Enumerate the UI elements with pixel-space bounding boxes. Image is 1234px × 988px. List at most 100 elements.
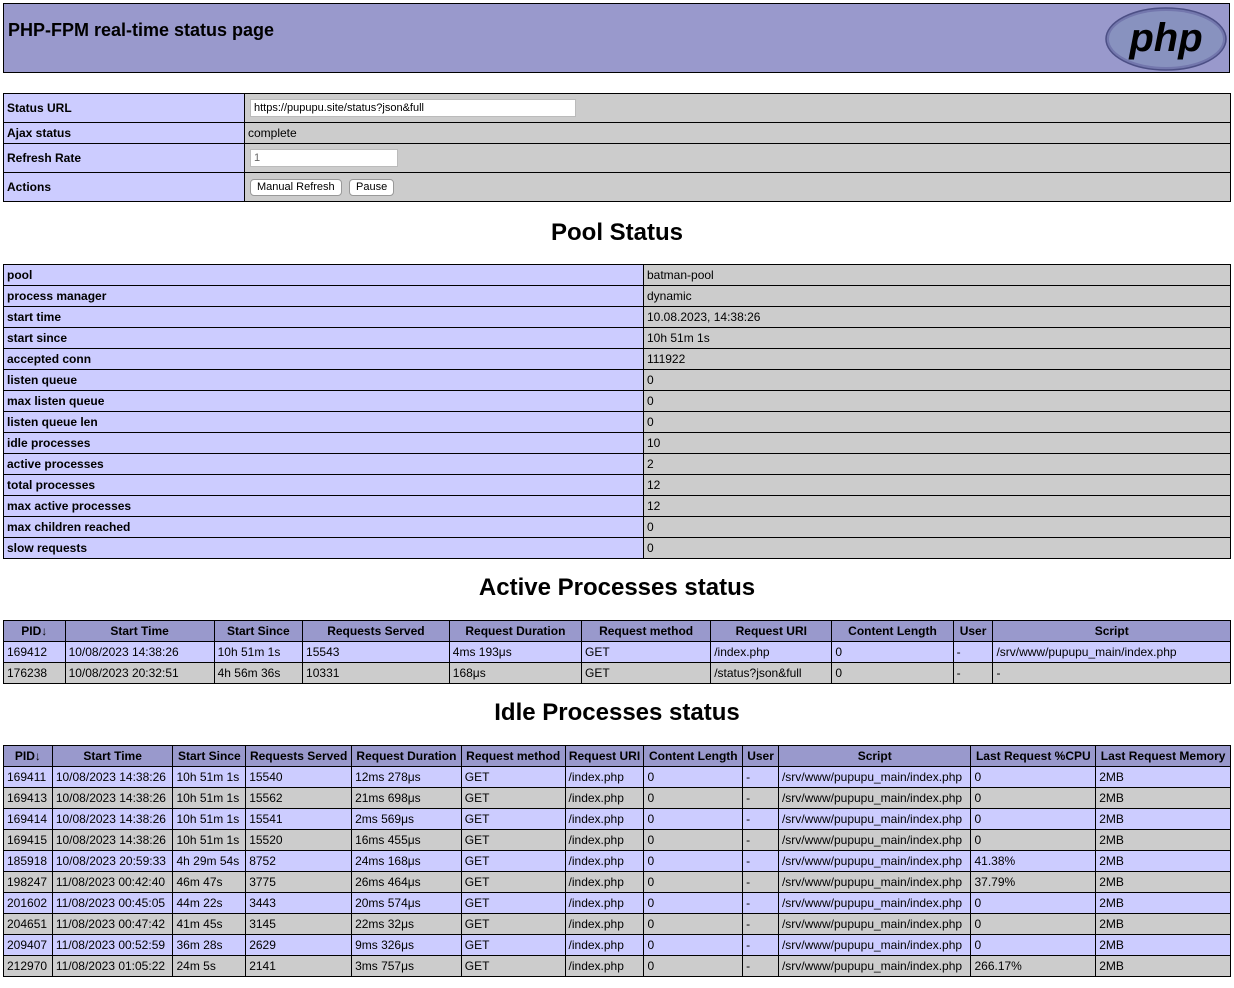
idle-cell-last-request-memory: 2MB [1095, 934, 1231, 956]
pool-row-total-processes: total processes 12 [3, 474, 1231, 496]
idle-cell-start-since: 10h 51m 1s [172, 787, 247, 809]
idle-col-start-time: Start Time [51, 745, 174, 767]
idle-cell-content-length: 0 [643, 808, 744, 830]
idle-cell-content-length: 0 [643, 850, 744, 872]
idle-cell-start-time: 11/08/2023 00:42:40 [51, 871, 174, 893]
idle-cell-last-request-memory: 2MB [1095, 829, 1231, 851]
idle-cell-requests-served: 15540 [245, 766, 353, 788]
active-cell-user: - [952, 662, 994, 684]
idle-cell-request-uri: /index.php [564, 808, 645, 830]
ajax-status-label: Ajax status [3, 122, 245, 144]
idle-cell-request-method: GET [460, 829, 566, 851]
actions-cell: Manual Refresh Pause [244, 172, 1231, 202]
table-row: 185918 10/08/2023 20:59:33 4h 29m 54s 8752 2… [3, 850, 1231, 872]
idle-cell-start-time: 10/08/2023 14:38:26 [51, 766, 174, 788]
idle-cell-request-duration: 2ms 569μs [351, 808, 462, 830]
active-col-script: Script [992, 620, 1231, 642]
pool-row-active-processes: active processes 2 [3, 453, 1231, 475]
idle-cell-script: /srv/www/pupupu_main/index.php [777, 829, 972, 851]
idle-cell-user: - [742, 766, 779, 788]
idle-cell-request-method: GET [460, 913, 566, 935]
idle-col-pid[interactable]: PID↓ [3, 745, 53, 767]
pool-key: max children reached [3, 516, 644, 538]
idle-cell-last-request-cpu: 0 [970, 913, 1097, 935]
status-url-cell [244, 93, 1231, 123]
active-col-user: User [952, 620, 994, 642]
pool-status-table: pool batman-pool process manager dynamic sta… [3, 264, 1231, 559]
idle-cell-request-method: GET [460, 808, 566, 830]
pool-key: max listen queue [3, 390, 644, 412]
idle-cell-last-request-cpu: 0 [970, 892, 1097, 914]
active-processes-header-row: PID↓ Start Time Start Since Requests Served… [3, 620, 1231, 642]
idle-cell-request-duration: 12ms 278μs [351, 766, 462, 788]
ajax-status-value: complete [244, 122, 1231, 144]
idle-cell-content-length: 0 [643, 955, 744, 977]
idle-cell-start-since: 44m 22s [172, 892, 247, 914]
table-row: 176238 10/08/2023 20:32:51 4h 56m 36s 10331… [3, 662, 1231, 684]
table-row: 209407 11/08/2023 00:52:59 36m 28s 2629 9ms … [3, 934, 1231, 956]
active-col-pid[interactable]: PID↓ [3, 620, 66, 642]
pool-key: accepted conn [3, 348, 644, 370]
active-cell-pid: 176238 [3, 662, 66, 684]
idle-cell-last-request-memory: 2MB [1095, 808, 1231, 830]
table-row: 169411 10/08/2023 14:38:26 10h 51m 1s 15540… [3, 766, 1231, 788]
active-cell-user: - [952, 641, 994, 663]
pool-value: 0 [643, 369, 1231, 391]
refresh-rate-input[interactable] [250, 149, 398, 167]
active-col-requests-served: Requests Served [302, 620, 450, 642]
php-logo-text: php [1128, 16, 1202, 60]
pool-key: start since [3, 327, 644, 349]
idle-cell-user: - [742, 850, 779, 872]
idle-cell-last-request-cpu: 41.38% [970, 850, 1097, 872]
idle-cell-user: - [742, 808, 779, 830]
idle-cell-last-request-cpu: 0 [970, 787, 1097, 809]
idle-col-request-duration: Request Duration [351, 745, 462, 767]
idle-cell-request-uri: /index.php [564, 955, 645, 977]
pool-row-max-listen-queue: max listen queue 0 [3, 390, 1231, 412]
idle-cell-last-request-memory: 2MB [1095, 766, 1231, 788]
idle-cell-last-request-memory: 2MB [1095, 955, 1231, 977]
pool-value: 2 [643, 453, 1231, 475]
pool-key: process manager [3, 285, 644, 307]
status-url-input[interactable] [250, 99, 576, 117]
idle-cell-script: /srv/www/pupupu_main/index.php [777, 871, 972, 893]
idle-cell-content-length: 0 [643, 913, 744, 935]
idle-cell-last-request-cpu: 0 [970, 934, 1097, 956]
pool-row-listen-queue: listen queue 0 [3, 369, 1231, 391]
idle-cell-start-time: 10/08/2023 14:38:26 [51, 787, 174, 809]
idle-cell-request-duration: 24ms 168μs [351, 850, 462, 872]
idle-cell-requests-served: 2141 [245, 955, 353, 977]
idle-cell-last-request-memory: 2MB [1095, 850, 1231, 872]
idle-cell-script: /srv/www/pupupu_main/index.php [777, 913, 972, 935]
page-header: PHP-FPM real-time status page php [3, 3, 1230, 73]
idle-cell-pid: 169415 [3, 829, 53, 851]
idle-cell-last-request-memory: 2MB [1095, 787, 1231, 809]
idle-cell-script: /srv/www/pupupu_main/index.php [777, 892, 972, 914]
idle-processes-heading: Idle Processes status [494, 699, 740, 726]
idle-cell-content-length: 0 [643, 892, 744, 914]
idle-cell-user: - [742, 955, 779, 977]
pool-key: listen queue len [3, 411, 644, 433]
idle-cell-start-time: 10/08/2023 14:38:26 [51, 808, 174, 830]
table-row: 169414 10/08/2023 14:38:26 10h 51m 1s 15541… [3, 808, 1231, 830]
pool-row-max-children-reached: max children reached 0 [3, 516, 1231, 538]
idle-cell-request-method: GET [460, 850, 566, 872]
active-cell-request-method: GET [581, 641, 712, 663]
idle-cell-user: - [742, 871, 779, 893]
idle-cell-pid: 198247 [3, 871, 53, 893]
active-cell-pid: 169412 [3, 641, 66, 663]
idle-cell-pid: 169411 [3, 766, 53, 788]
idle-cell-request-duration: 21ms 698μs [351, 787, 462, 809]
idle-col-last-request-memory: Last Request Memory [1095, 745, 1231, 767]
idle-cell-last-request-memory: 2MB [1095, 892, 1231, 914]
pause-button[interactable]: Pause [349, 178, 395, 196]
idle-cell-last-request-cpu: 37.79% [970, 871, 1097, 893]
idle-processes-header-row: PID↓ Start Time Start Since Requests Served… [3, 745, 1231, 767]
pool-value: 10h 51m 1s [643, 327, 1231, 349]
active-cell-start-since: 4h 56m 36s [213, 662, 304, 684]
idle-cell-start-time: 11/08/2023 00:52:59 [51, 934, 174, 956]
pool-key: active processes [3, 453, 644, 475]
idle-cell-request-duration: 22ms 32μs [351, 913, 462, 935]
manual-refresh-button[interactable]: Manual Refresh [250, 178, 342, 196]
refresh-rate-row: Refresh Rate [3, 143, 1231, 173]
